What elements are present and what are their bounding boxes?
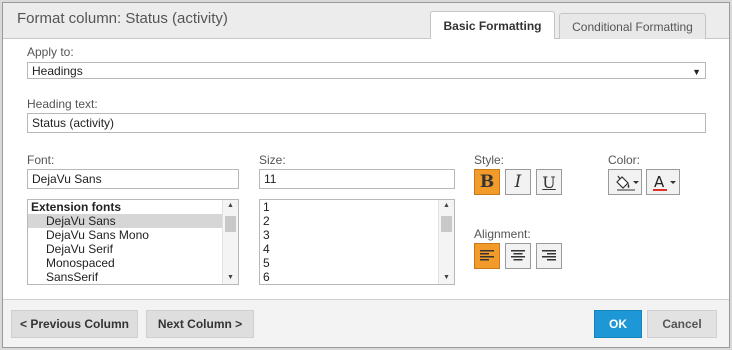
font-listbox[interactable]: Extension fonts DejaVu Sans DejaVu Sans … <box>27 199 239 285</box>
heading-text-label: Heading text: <box>27 97 98 111</box>
alignment-label: Alignment: <box>474 227 531 241</box>
style-label: Style: <box>474 153 505 167</box>
heading-text-input[interactable]: Status (activity) <box>27 113 706 133</box>
font-option[interactable]: DejaVu Sans Mono <box>28 228 238 242</box>
align-center-icon <box>511 250 525 261</box>
align-right-icon <box>542 250 556 261</box>
font-group-header: Extension fonts <box>31 200 122 214</box>
text-color-button[interactable]: A <box>646 169 680 195</box>
scroll-up-arrow-icon[interactable]: ▲ <box>223 200 238 212</box>
italic-button[interactable]: I <box>505 169 531 195</box>
bold-button[interactable]: B <box>474 169 500 195</box>
size-list-scrollbar[interactable]: ▲ ▼ <box>438 200 454 284</box>
font-input[interactable]: DejaVu Sans <box>27 169 239 189</box>
size-option[interactable]: 4 <box>260 242 454 256</box>
scroll-up-arrow-icon[interactable]: ▲ <box>439 200 454 212</box>
dialog-titlebar: Format column: Status (activity) Basic F… <box>3 3 729 39</box>
size-option[interactable]: 1 <box>260 200 454 214</box>
font-label: Font: <box>27 153 55 167</box>
next-column-button[interactable]: Next Column > <box>146 310 254 338</box>
tab-basic-formatting[interactable]: Basic Formatting <box>430 11 555 39</box>
size-option[interactable]: 2 <box>260 214 454 228</box>
align-right-button[interactable] <box>536 243 562 269</box>
previous-column-button[interactable]: < Previous Column <box>11 310 138 338</box>
size-option[interactable]: 6 <box>260 270 454 284</box>
underline-icon: U <box>542 172 556 192</box>
font-list-scrollbar[interactable]: ▲ ▼ <box>222 200 238 284</box>
font-option[interactable]: DejaVu Serif <box>28 242 238 256</box>
size-listbox[interactable]: 1 2 3 4 5 6 ▲ ▼ <box>259 199 455 285</box>
scroll-down-arrow-icon[interactable]: ▼ <box>223 272 238 284</box>
size-option[interactable]: 5 <box>260 256 454 270</box>
tab-conditional-formatting[interactable]: Conditional Formatting <box>559 13 706 39</box>
apply-to-value: Headings <box>32 64 83 78</box>
size-label: Size: <box>259 153 286 167</box>
scroll-thumb[interactable] <box>441 216 452 232</box>
dropdown-arrow-icon: ▼ <box>692 67 701 77</box>
apply-to-label: Apply to: <box>27 45 74 59</box>
scroll-thumb[interactable] <box>225 216 236 232</box>
apply-to-select[interactable]: Headings ▼ <box>27 62 706 79</box>
size-input[interactable]: 11 <box>259 169 455 189</box>
color-label: Color: <box>608 153 641 167</box>
align-left-icon <box>480 250 494 261</box>
align-left-button[interactable] <box>474 243 500 269</box>
fill-color-button[interactable] <box>608 169 642 195</box>
size-option[interactable]: 3 <box>260 228 454 242</box>
align-center-button[interactable] <box>505 243 531 269</box>
italic-icon: I <box>514 172 522 192</box>
text-color-glyph: A <box>654 173 665 191</box>
font-option[interactable]: Monospaced <box>28 256 238 270</box>
cancel-button[interactable]: Cancel <box>647 310 717 338</box>
dialog-title: Format column: Status (activity) <box>17 10 228 27</box>
font-option[interactable]: SansSerif <box>28 270 238 284</box>
dialog-footer: < Previous Column Next Column > OK Cance… <box>3 299 729 347</box>
font-option[interactable]: DejaVu Sans <box>28 214 238 228</box>
underline-button[interactable]: U <box>536 169 562 195</box>
bold-icon: B <box>479 172 495 192</box>
paint-bucket-icon <box>616 175 639 191</box>
text-color-icon: A <box>653 173 676 191</box>
format-column-dialog: Format column: Status (activity) Basic F… <box>2 2 730 348</box>
scroll-down-arrow-icon[interactable]: ▼ <box>439 272 454 284</box>
ok-button[interactable]: OK <box>594 310 642 338</box>
